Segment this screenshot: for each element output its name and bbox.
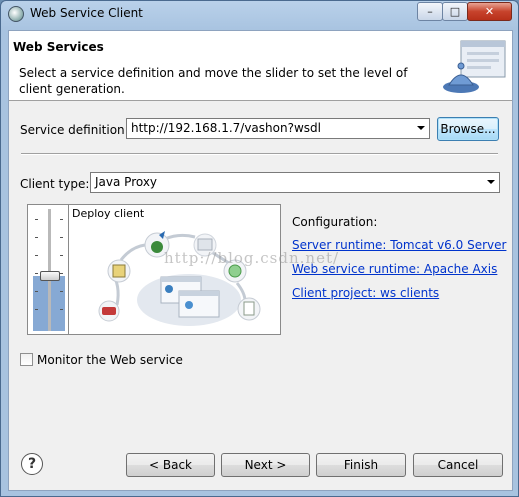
- monitor-label: Monitor the Web service: [37, 353, 183, 367]
- wizard-banner: Web Services Select a service definition…: [9, 31, 512, 101]
- project-icon: [107, 259, 131, 283]
- watermark: http://blog.csdn.net/: [164, 249, 340, 267]
- help-icon[interactable]: ?: [21, 453, 43, 475]
- separator: [21, 153, 498, 155]
- slider-groove: [48, 209, 51, 331]
- chevron-down-icon[interactable]: [417, 126, 425, 130]
- next-button[interactable]: Next >: [221, 453, 310, 477]
- page-description: Select a service definition and move the…: [19, 66, 408, 96]
- close-button[interactable]: ✕: [467, 2, 512, 21]
- generation-level-slider[interactable]: [27, 204, 69, 335]
- slider-tick: [60, 255, 63, 256]
- deploy-diagram-graphic: [98, 231, 261, 326]
- service-definition-value: http://192.168.1.7/vashon?wsdl: [131, 121, 321, 135]
- monitor-checkbox[interactable]: [20, 353, 33, 366]
- slider-tick: [60, 273, 63, 274]
- back-button[interactable]: < Back: [126, 453, 215, 477]
- test-icon: [237, 297, 261, 321]
- page-title: Web Services: [13, 40, 104, 54]
- slider-tick: [35, 255, 38, 256]
- client-type-label: Client type:: [20, 177, 90, 191]
- window-title: Web Service Client: [30, 6, 143, 20]
- maximize-button[interactable]: □: [442, 2, 468, 21]
- slider-tick: [60, 219, 63, 220]
- slider-tick: [60, 291, 63, 292]
- slider-tick: [35, 237, 38, 238]
- client-server-icon: [98, 300, 120, 322]
- client-generation-diagram: Deploy client: [69, 204, 281, 335]
- service-definition-combo[interactable]: http://192.168.1.7/vashon?wsdl: [126, 118, 430, 139]
- eclipse-icon: [8, 6, 24, 22]
- slider-tick: [35, 219, 38, 220]
- browse-button[interactable]: Browse...: [437, 117, 499, 141]
- minimize-button[interactable]: –: [417, 2, 443, 21]
- slider-tick: [60, 237, 63, 238]
- slider-tick: [35, 273, 38, 274]
- client-project-link[interactable]: Client project: ws clients: [292, 286, 439, 300]
- slider-tick: [60, 309, 63, 310]
- dialog-body: Web Services Select a service definition…: [8, 30, 513, 491]
- web-service-wizard-icon: [443, 40, 506, 93]
- cancel-button[interactable]: Cancel: [413, 453, 503, 477]
- slider-tick: [35, 291, 38, 292]
- service-definition-label: Service definition:: [20, 123, 129, 137]
- client-type-combo[interactable]: Java Proxy: [90, 172, 500, 193]
- configuration-heading: Configuration:: [292, 215, 378, 229]
- dialog-window: Web Service Client – □ ✕ Web Services Se…: [0, 0, 519, 497]
- client-type-value: Java Proxy: [95, 175, 158, 189]
- chevron-down-icon[interactable]: [487, 180, 495, 184]
- slider-track[interactable]: [33, 209, 65, 331]
- slider-thumb[interactable]: [40, 271, 60, 281]
- title-bar[interactable]: Web Service Client – □ ✕: [1, 1, 518, 27]
- slider-tick: [35, 309, 38, 310]
- finish-button[interactable]: Finish: [316, 453, 406, 477]
